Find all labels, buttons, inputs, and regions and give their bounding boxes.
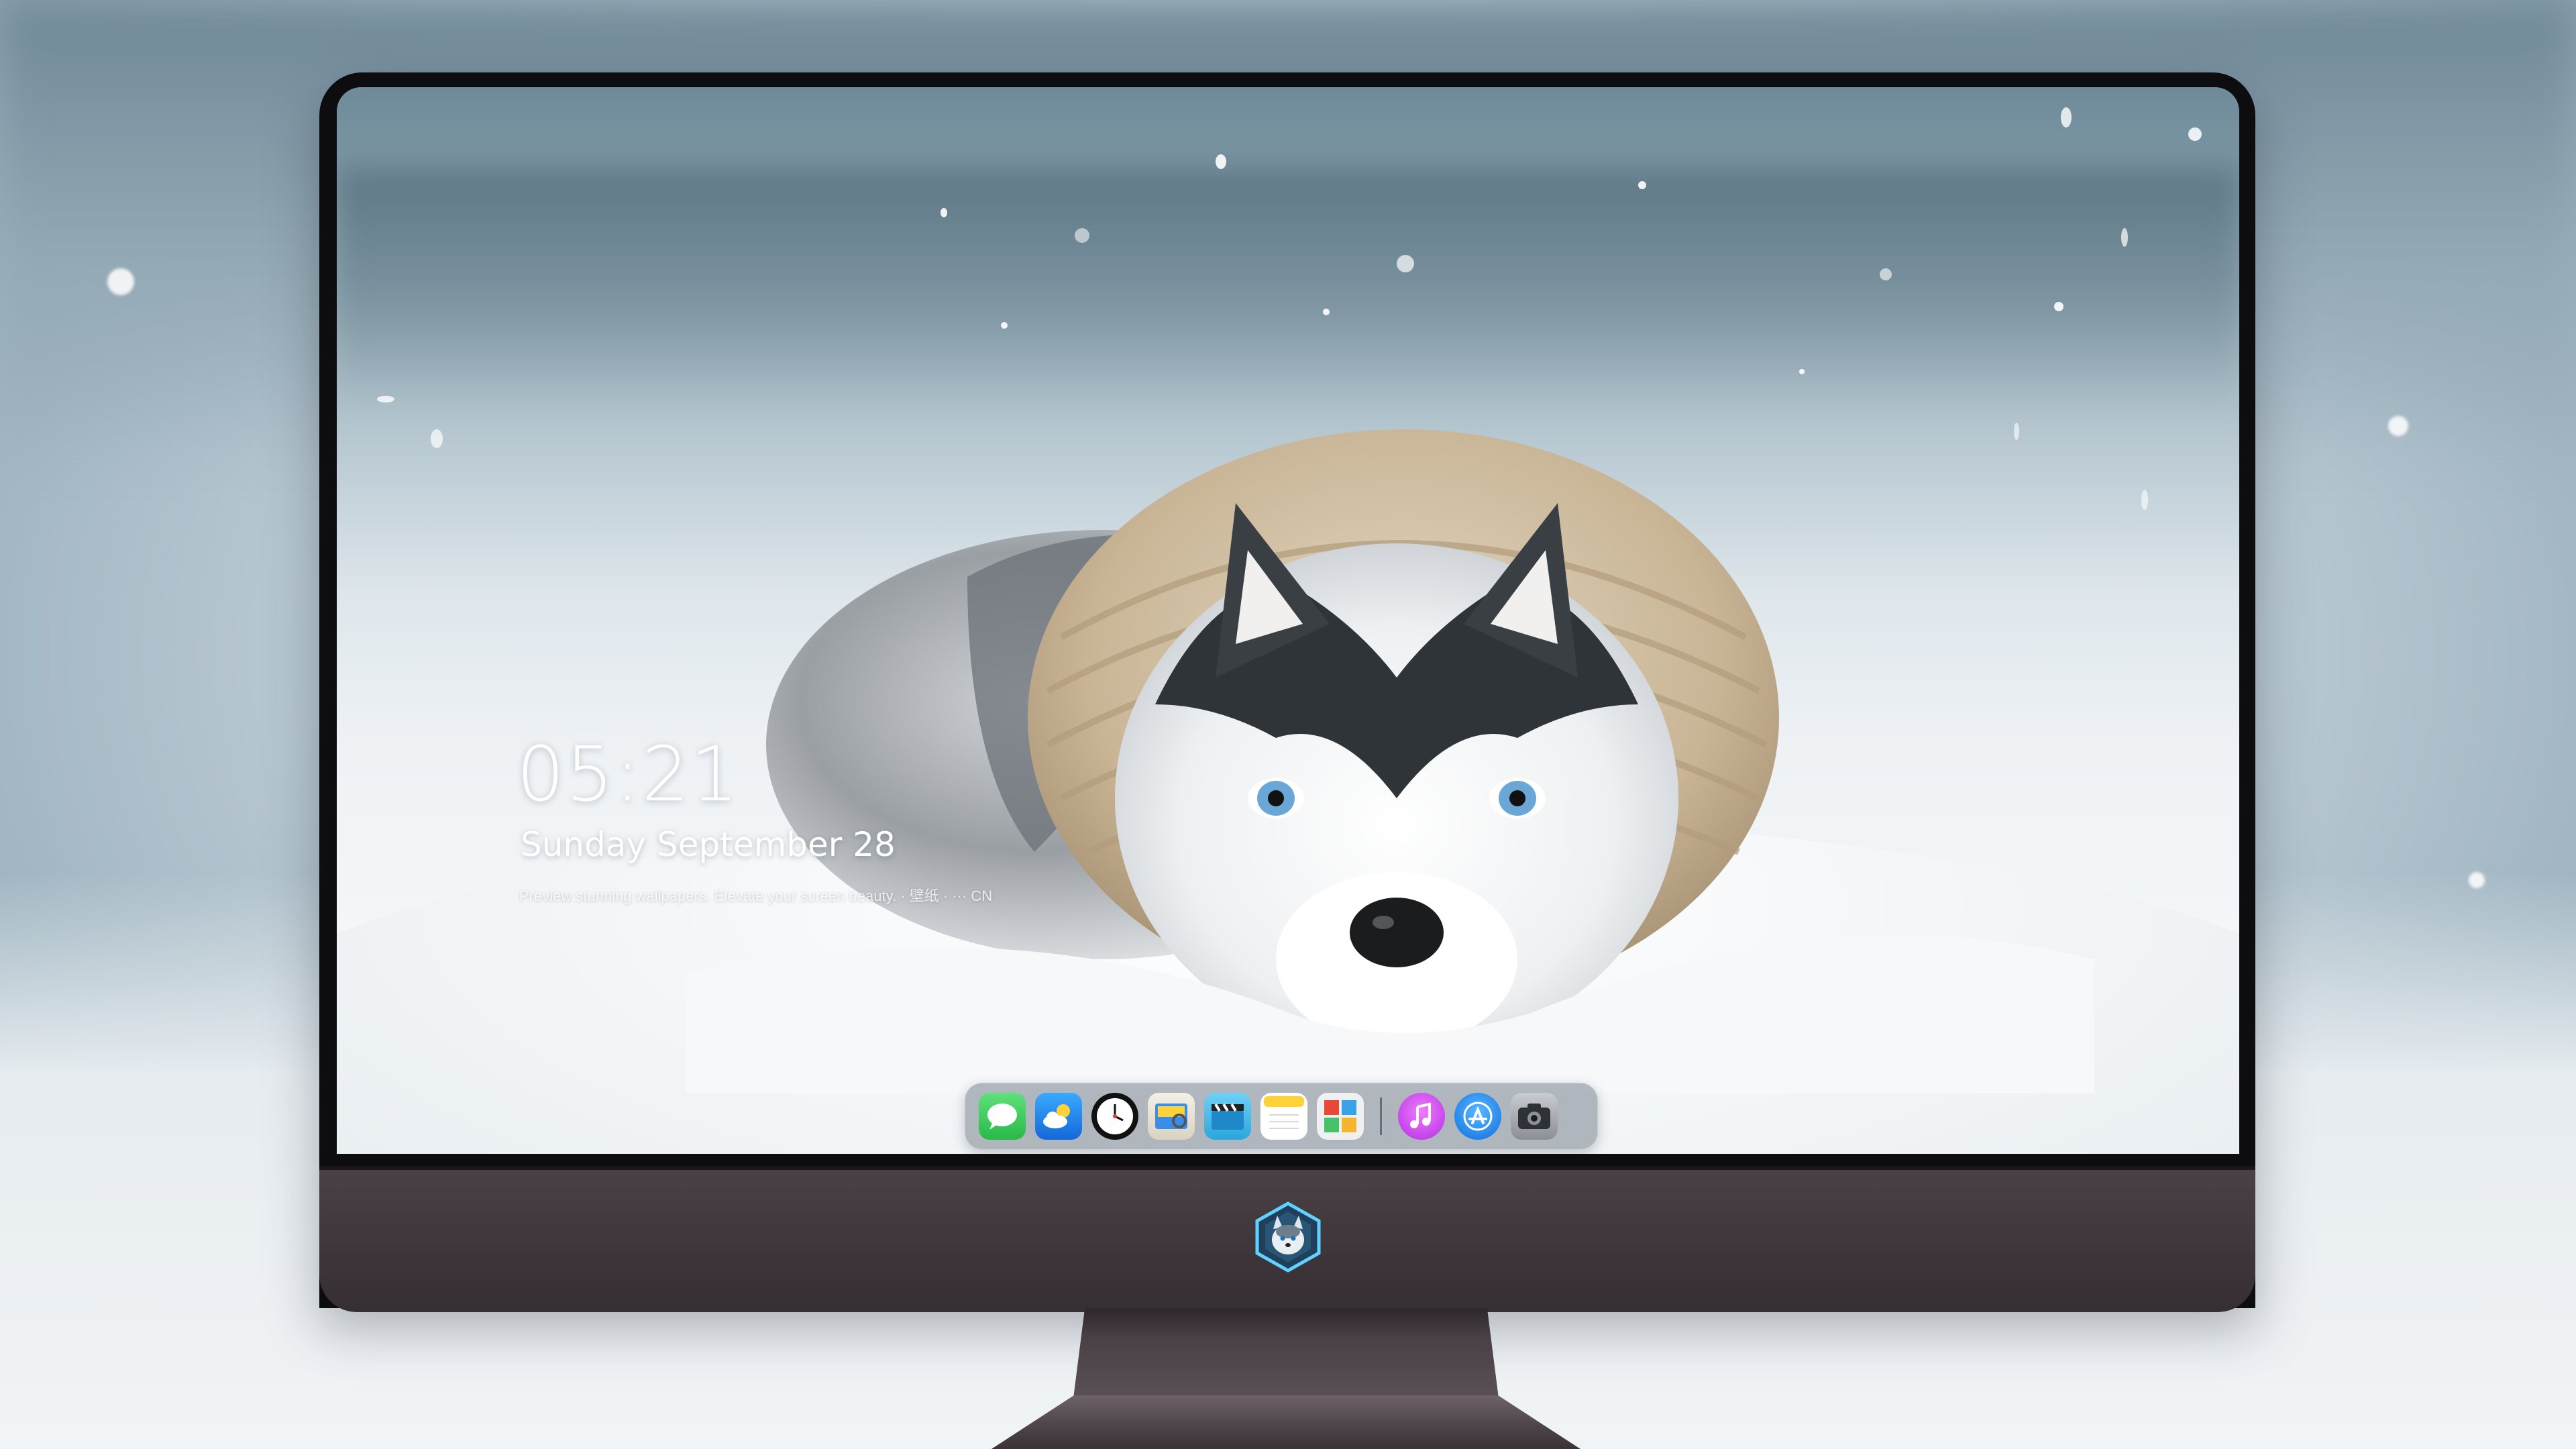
wallpaper-snowflake [2061,107,2072,127]
clock-icon[interactable] [1091,1093,1138,1140]
wallpaper-snowflake [2121,228,2128,247]
desktop-screen: 05:21 Sunday September 28 Preview stunni… [337,87,2239,1154]
wallpaper-snowflake [1216,154,1226,169]
husky-wallpaper-illustration [686,429,2094,1093]
wallpaper-snowflake [1799,369,1805,374]
photo-booth-icon[interactable] [1317,1093,1364,1140]
wallpaper-snowflake [1880,268,1892,280]
weather-icon[interactable] [1035,1093,1082,1140]
lock-screen-date: Sunday September 28 [521,825,896,864]
wallpaper-snowflake [1001,322,1008,329]
wallpaper-snowflake [1075,228,1089,243]
dock [965,1083,1598,1150]
background-snowflake [2469,872,2485,888]
background-snowflake [2388,416,2408,436]
itunes-icon[interactable] [1398,1093,1445,1140]
preview-icon[interactable] [1148,1093,1195,1140]
wallpaper-sky [337,168,2239,409]
lock-screen-clock: 05:21 [517,731,740,818]
clips-icon[interactable] [1204,1093,1251,1140]
notes-icon[interactable] [1260,1093,1307,1140]
lock-screen-tagline: Preview stunning wallpapers. Elevate you… [519,888,993,904]
wallpaper-snowflake [1323,309,1330,315]
monitor-stand-neck [1072,1308,1500,1409]
camera-icon[interactable] [1511,1093,1558,1140]
background-snowflake [107,268,134,295]
app-store-icon[interactable] [1454,1093,1501,1140]
wallpaper-snowflake [1638,181,1646,189]
wallpaper-snowflake [1397,255,1414,272]
monitor-stand-base [991,1395,1580,1449]
wallpaper-snowflake [2054,302,2063,311]
wallpaper-snowflake [941,208,947,217]
wallpaper-snowflake [431,429,443,448]
wallpaper-snowflake [2141,490,2148,510]
dock-separator [1380,1097,1382,1135]
messages-icon[interactable] [979,1093,1026,1140]
wallpaper-snowflake [377,396,394,402]
husky-logo-icon [1255,1201,1321,1273]
wallpaper-snowflake [2188,127,2202,141]
